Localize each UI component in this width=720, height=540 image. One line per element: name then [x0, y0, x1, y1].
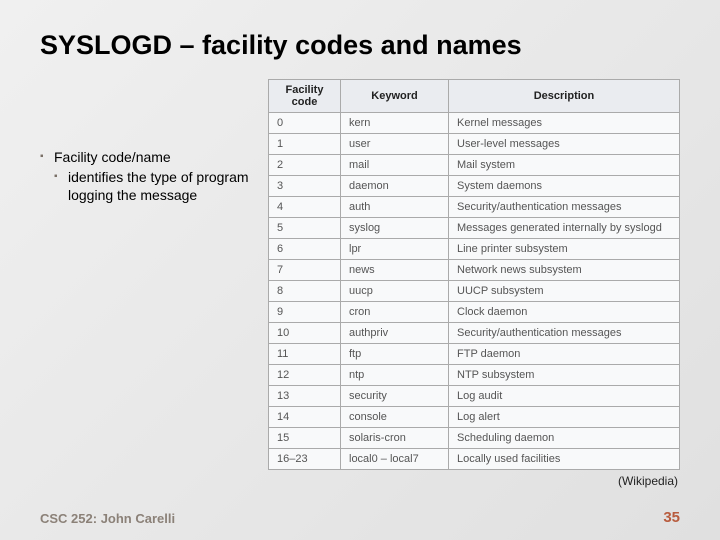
- cell-keyword: lpr: [341, 239, 449, 260]
- cell-code: 1: [269, 134, 341, 155]
- table-row: 2mailMail system: [269, 155, 680, 176]
- cell-keyword: solaris-cron: [341, 428, 449, 449]
- table-row: 15solaris-cronScheduling daemon: [269, 428, 680, 449]
- table-row: 0kernKernel messages: [269, 113, 680, 134]
- cell-desc: FTP daemon: [449, 344, 680, 365]
- cell-desc: Clock daemon: [449, 302, 680, 323]
- cell-desc: Line printer subsystem: [449, 239, 680, 260]
- cell-desc: Kernel messages: [449, 113, 680, 134]
- cell-desc: System daemons: [449, 176, 680, 197]
- cell-desc: UUCP subsystem: [449, 281, 680, 302]
- cell-keyword: daemon: [341, 176, 449, 197]
- cell-keyword: auth: [341, 197, 449, 218]
- content-area: Facility code/name identifies the type o…: [40, 79, 680, 488]
- left-column: Facility code/name identifies the type o…: [40, 79, 250, 204]
- cell-keyword: authpriv: [341, 323, 449, 344]
- table-row: 5syslogMessages generated internally by …: [269, 218, 680, 239]
- cell-desc: Locally used facilities: [449, 449, 680, 470]
- facility-table: Facility code Keyword Description 0kernK…: [268, 79, 680, 470]
- cell-code: 10: [269, 323, 341, 344]
- cell-keyword: user: [341, 134, 449, 155]
- table-row: 4authSecurity/authentication messages: [269, 197, 680, 218]
- cell-desc: Security/authentication messages: [449, 323, 680, 344]
- table-row: 11ftpFTP daemon: [269, 344, 680, 365]
- cell-code: 14: [269, 407, 341, 428]
- th-keyword: Keyword: [341, 80, 449, 113]
- table-row: 7newsNetwork news subsystem: [269, 260, 680, 281]
- cell-desc: User-level messages: [449, 134, 680, 155]
- cell-desc: Log audit: [449, 386, 680, 407]
- cell-keyword: news: [341, 260, 449, 281]
- table-row: 8uucpUUCP subsystem: [269, 281, 680, 302]
- cell-code: 13: [269, 386, 341, 407]
- cell-keyword: kern: [341, 113, 449, 134]
- cell-keyword: mail: [341, 155, 449, 176]
- table-row: 13securityLog audit: [269, 386, 680, 407]
- right-column: Facility code Keyword Description 0kernK…: [268, 79, 680, 488]
- cell-keyword: cron: [341, 302, 449, 323]
- footer: CSC 252: John Carelli 35: [40, 509, 680, 526]
- cell-code: 7: [269, 260, 341, 281]
- bullet-level-1: Facility code/name: [40, 149, 250, 165]
- cell-keyword: uucp: [341, 281, 449, 302]
- cell-desc: Log alert: [449, 407, 680, 428]
- citation: (Wikipedia): [268, 474, 680, 488]
- cell-code: 6: [269, 239, 341, 260]
- cell-code: 15: [269, 428, 341, 449]
- bullet-level-2: identifies the type of program logging t…: [40, 169, 250, 204]
- cell-desc: Messages generated internally by syslogd: [449, 218, 680, 239]
- table-row: 3daemonSystem daemons: [269, 176, 680, 197]
- th-desc: Description: [449, 80, 680, 113]
- cell-code: 16–23: [269, 449, 341, 470]
- cell-keyword: ntp: [341, 365, 449, 386]
- table-header-row: Facility code Keyword Description: [269, 80, 680, 113]
- cell-code: 11: [269, 344, 341, 365]
- slide-title: SYSLOGD – facility codes and names: [40, 30, 680, 61]
- table-row: 9cronClock daemon: [269, 302, 680, 323]
- table-row: 6lprLine printer subsystem: [269, 239, 680, 260]
- cell-desc: Security/authentication messages: [449, 197, 680, 218]
- cell-desc: NTP subsystem: [449, 365, 680, 386]
- cell-code: 2: [269, 155, 341, 176]
- cell-code: 4: [269, 197, 341, 218]
- th-code: Facility code: [269, 80, 341, 113]
- cell-code: 9: [269, 302, 341, 323]
- table-row: 1userUser-level messages: [269, 134, 680, 155]
- cell-keyword: console: [341, 407, 449, 428]
- cell-desc: Network news subsystem: [449, 260, 680, 281]
- cell-desc: Mail system: [449, 155, 680, 176]
- cell-keyword: security: [341, 386, 449, 407]
- table-row: 14consoleLog alert: [269, 407, 680, 428]
- bullet-list: Facility code/name identifies the type o…: [40, 149, 250, 204]
- footer-course: CSC 252: John Carelli: [40, 511, 175, 526]
- footer-page: 35: [663, 509, 680, 526]
- cell-code: 8: [269, 281, 341, 302]
- cell-keyword: ftp: [341, 344, 449, 365]
- slide: SYSLOGD – facility codes and names Facil…: [0, 0, 720, 540]
- table-row: 10authprivSecurity/authentication messag…: [269, 323, 680, 344]
- cell-keyword: syslog: [341, 218, 449, 239]
- table-row: 16–23local0 – local7Locally used facilit…: [269, 449, 680, 470]
- cell-code: 12: [269, 365, 341, 386]
- cell-code: 0: [269, 113, 341, 134]
- cell-desc: Scheduling daemon: [449, 428, 680, 449]
- cell-code: 3: [269, 176, 341, 197]
- cell-code: 5: [269, 218, 341, 239]
- table-row: 12ntpNTP subsystem: [269, 365, 680, 386]
- cell-keyword: local0 – local7: [341, 449, 449, 470]
